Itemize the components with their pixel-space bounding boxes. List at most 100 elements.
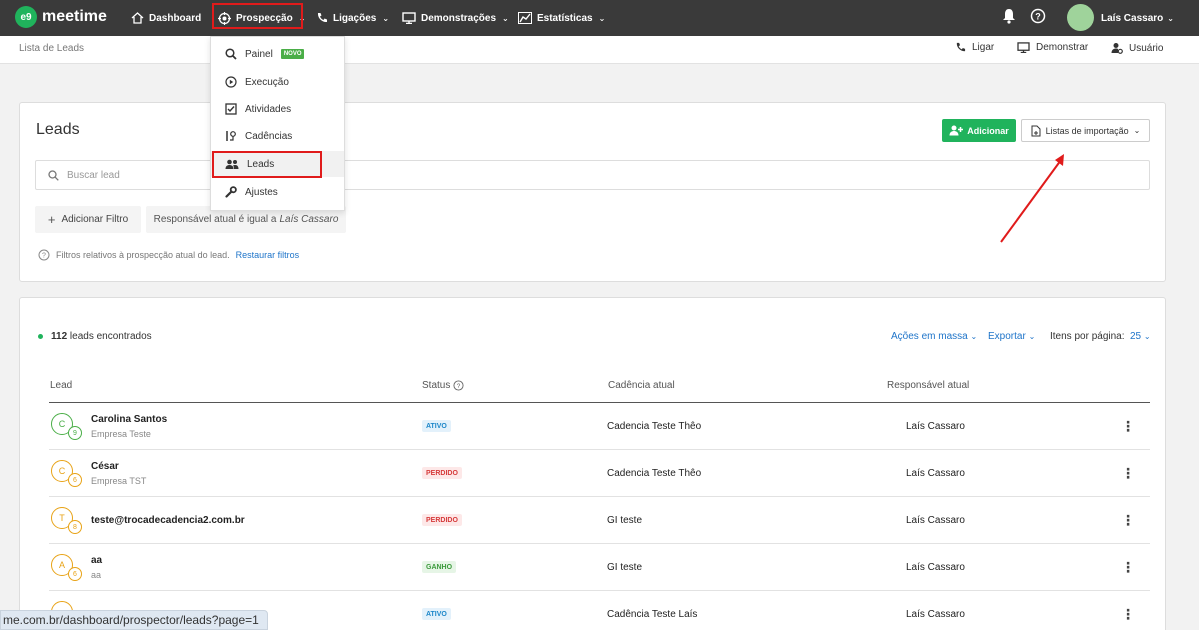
new-badge: NOVO [280, 49, 305, 59]
wrench-icon [225, 186, 237, 198]
lead-name[interactable]: aa [91, 555, 102, 566]
leads-count: 112 leads encontrados [38, 331, 152, 342]
breadcrumb: Lista de Leads [19, 43, 85, 54]
col-header-cadence[interactable]: Cadência atual [608, 380, 675, 391]
menu-item-painel[interactable]: Painel NOVO [211, 41, 344, 67]
search-input[interactable] [67, 169, 967, 181]
nav-dashboard-label: Dashboard [149, 12, 202, 24]
nav-ligacoes[interactable]: Ligações ⌄ [316, 0, 389, 36]
chevron-down-icon: ⌄ [502, 13, 509, 23]
responsible-cell: Laís Cassaro [906, 468, 965, 479]
more-options-icon[interactable]: ⋮ [1121, 513, 1135, 527]
table-row[interactable]: A 6 aa aa GANHO GI teste Laís Cassaro ⋮ [49, 544, 1150, 591]
lead-name[interactable]: Carolina Santos [91, 414, 167, 425]
svg-text:?: ? [457, 383, 461, 390]
per-page-select[interactable]: 25 ⌄ [1130, 331, 1151, 342]
more-options-icon[interactable]: ⋮ [1121, 466, 1135, 480]
more-options-icon[interactable]: ⋮ [1121, 419, 1135, 433]
bulk-actions-dropdown[interactable]: Ações em massa ⌄ [891, 331, 977, 342]
export-dropdown[interactable]: Exportar ⌄ [988, 331, 1035, 342]
menu-item-cadencias[interactable]: Cadências [211, 123, 344, 149]
more-options-icon[interactable]: ⋮ [1121, 560, 1135, 574]
logo-mark: e9 [15, 6, 37, 28]
nav-ligacoes-label: Ligações [333, 12, 377, 24]
demonstrar-label: Demonstrar [1036, 42, 1089, 53]
lead-name[interactable]: César [91, 461, 119, 472]
per-page-label: Itens por página: [1050, 331, 1125, 342]
menu-item-ajustes[interactable]: Ajustes [211, 179, 344, 205]
cadence-cell: GI teste [607, 562, 643, 573]
menu-item-atividades[interactable]: Atividades [211, 96, 344, 122]
annotation-box-prospeccao [212, 3, 303, 29]
responsible-cell: Laís Cassaro [906, 562, 965, 573]
user-menu[interactable]: Laís Cassaro ⌄ [1101, 0, 1174, 36]
plus-icon: + [47, 212, 56, 227]
filter-chip-prefix: Responsável atual é igual a [153, 214, 277, 225]
table-row[interactable]: T 8 teste@trocadecadencia2.com.br PERDID… [49, 497, 1150, 544]
menu-item-atividades-label: Atividades [245, 103, 292, 115]
restore-filters-link[interactable]: Restaurar filtros [236, 250, 300, 260]
add-filter-label: Adicionar Filtro [61, 214, 129, 225]
responsible-cell: Laís Cassaro [906, 421, 965, 432]
cadence-cell: Cadência Teste Laís [607, 609, 698, 620]
filter-note-text: Filtros relativos à prospecção atual do … [56, 250, 230, 260]
prospeccao-dropdown-menu: Painel NOVO Execução Atividades Cadência… [210, 36, 345, 211]
meetime-logo[interactable]: e9 meetime [15, 6, 107, 28]
chevron-down-icon: ⌄ [970, 332, 978, 341]
menu-item-painel-label: Painel [245, 48, 273, 60]
col-header-lead[interactable]: Lead [50, 380, 72, 391]
col-header-responsible[interactable]: Responsável atual [887, 380, 969, 391]
leads-count-text: leads encontrados [69, 331, 152, 342]
bulk-actions-label: Ações em massa [891, 331, 968, 342]
search-box[interactable] [35, 160, 1150, 190]
lead-step-badge: 8 [68, 520, 82, 534]
svg-text:?: ? [1035, 12, 1041, 22]
per-page-value: 25 [1130, 331, 1142, 342]
nav-demonstracoes-label: Demonstrações [421, 12, 497, 24]
add-lead-button[interactable]: Adicionar [942, 119, 1016, 142]
chevron-down-icon: ⌄ [1028, 332, 1036, 341]
play-circle-icon [225, 76, 237, 88]
import-lists-label: Listas de importação [1045, 125, 1129, 136]
phone-icon [956, 42, 966, 52]
logo-text: meetime [42, 8, 107, 25]
cadence-cell: GI teste [607, 515, 643, 526]
search-icon [48, 169, 59, 181]
more-options-icon[interactable]: ⋮ [1121, 607, 1135, 621]
dashboard-search-icon [225, 48, 237, 60]
monitor-icon [402, 12, 416, 24]
lead-step-badge: 9 [68, 426, 82, 440]
filter-chip-value: Laís Cassaro [279, 214, 339, 225]
add-filter-button[interactable]: + Adicionar Filtro [35, 206, 141, 233]
svg-text:?: ? [42, 253, 46, 260]
import-lists-button[interactable]: Listas de importação ⌄ [1021, 119, 1150, 142]
lead-step-badge: 6 [68, 567, 82, 581]
lead-name[interactable]: teste@trocadecadencia2.com.br [91, 515, 245, 526]
status-badge: PERDIDO [422, 467, 462, 479]
nav-dashboard[interactable]: Dashboard [131, 0, 201, 36]
annotation-box-leads [212, 151, 322, 178]
user-avatar[interactable] [1067, 4, 1094, 31]
top-navbar: e9 meetime Dashboard Prospecção ⌄ Ligaçõ… [0, 0, 1199, 36]
subheader: Lista de Leads Ligar Demonstrar Usuário [0, 36, 1199, 64]
table-row[interactable]: C 9 Carolina Santos Empresa Teste ATIVO … [49, 403, 1150, 450]
table-row[interactable]: C 6 César Empresa TST PERDIDO Cadencia T… [49, 450, 1150, 497]
responsible-cell: Laís Cassaro [906, 609, 965, 620]
nav-estatisticas[interactable]: Estatísticas ⌄ [518, 0, 605, 36]
demonstrar-button[interactable]: Demonstrar [1017, 42, 1088, 53]
chevron-down-icon: ⌄ [598, 13, 606, 23]
usuario-button[interactable]: Usuário [1111, 42, 1163, 54]
ligar-label: Ligar [972, 42, 995, 53]
help-icon[interactable]: ? [1030, 8, 1046, 24]
ligar-button[interactable]: Ligar [955, 42, 994, 53]
col-header-status[interactable]: Status ? [422, 380, 464, 391]
menu-item-execucao[interactable]: Execução [211, 69, 344, 95]
nav-demonstracoes[interactable]: Demonstrações ⌄ [402, 0, 509, 36]
monitor-icon [1017, 42, 1030, 53]
lead-step-badge: 6 [68, 473, 82, 487]
bell-icon[interactable] [1002, 8, 1016, 24]
menu-item-cadencias-label: Cadências [245, 130, 293, 142]
help-icon: ? [453, 380, 464, 391]
add-lead-label: Adicionar [967, 125, 1009, 136]
status-bar-url: me.com.br/dashboard/prospector/leads?pag… [0, 610, 268, 630]
